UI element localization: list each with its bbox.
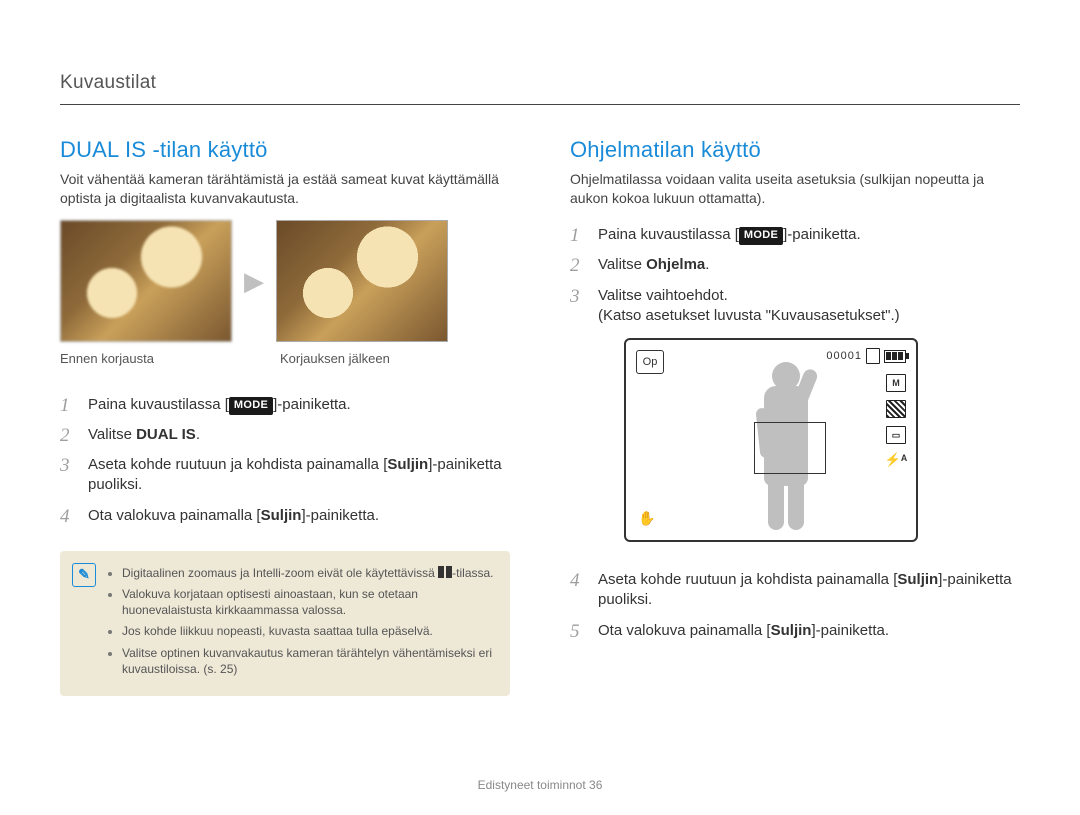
manual-page: Kuvaustilat DUAL IS -tilan käyttö Voit v… (0, 0, 1080, 815)
caption-row: Ennen korjausta Korjauksen jälkeen (60, 350, 510, 368)
before-after-row: ▶ (60, 220, 510, 342)
lcd-preview: Op 00001 M (624, 338, 918, 542)
left-step-1: Paina kuvaustilassa [MODE]-painiketta. (60, 390, 510, 420)
right-step-5: Ota valokuva painamalla [Suljin]-painike… (570, 616, 1020, 646)
lcd-counter-area: 00001 (826, 348, 906, 364)
lcd-right-icons: M ▭ ⚡ᴬ (886, 374, 906, 468)
left-step-3: Aseta kohde ruutuun ja kohdista painamal… (60, 450, 510, 501)
right-step-3: Valitse vaihtoehdot. (Katso asetukset lu… (570, 281, 1020, 566)
note-item-4: Valitse optinen kuvanvakautus kameran tä… (122, 645, 494, 677)
sd-card-icon (866, 348, 880, 364)
right-title: Ohjelmatilan käyttö (570, 135, 1020, 165)
size-icon: M (886, 374, 906, 392)
two-column-layout: DUAL IS -tilan käyttö Voit vähentää kame… (60, 135, 1020, 696)
caption-after: Korjauksen jälkeen (280, 350, 450, 368)
hand-shake-icon: ✋ (638, 509, 655, 528)
note-item-1: Digitaalinen zoomaus ja Intelli-zoom eiv… (122, 565, 494, 581)
page-footer: Edistyneet toiminnot 36 (0, 777, 1080, 793)
right-step-2: Valitse Ohjelma. (570, 250, 1020, 280)
dual-is-icon (438, 566, 452, 578)
mode-badge: MODE (229, 397, 273, 415)
left-step-4: Ota valokuva painamalla [Suljin]-painike… (60, 501, 510, 531)
left-intro: Voit vähentää kameran tärähtämistä ja es… (60, 170, 510, 208)
caption-before: Ennen korjausta (60, 350, 230, 368)
note-box: ✎ Digitaalinen zoomaus ja Intelli-zoom e… (60, 551, 510, 696)
section-header: Kuvaustilat (60, 70, 1020, 105)
note-icon: ✎ (72, 563, 96, 587)
photo-after (276, 220, 448, 342)
quality-icon (886, 400, 906, 418)
battery-icon (884, 350, 906, 363)
left-steps: Paina kuvaustilassa [MODE]-painiketta. V… (60, 390, 510, 531)
right-intro: Ohjelmatilassa voidaan valita useita ase… (570, 170, 1020, 208)
footer-page-number: 36 (589, 778, 602, 792)
note-list: Digitaalinen zoomaus ja Intelli-zoom eiv… (108, 565, 494, 682)
lcd-mode-icon: Op (636, 350, 664, 374)
mode-badge: MODE (739, 227, 783, 245)
focus-icon: ▭ (886, 426, 906, 444)
note-item-2: Valokuva korjataan optisesti ainoastaan,… (122, 586, 494, 618)
flash-icon: ⚡ᴬ (887, 452, 905, 468)
arrow-icon: ▶ (244, 264, 264, 299)
right-step-1: Paina kuvaustilassa [MODE]-painiketta. (570, 220, 1020, 250)
photo-before (60, 220, 232, 342)
right-step-4: Aseta kohde ruutuun ja kohdista painamal… (570, 565, 1020, 616)
note-item-3: Jos kohde liikkuu nopeasti, kuvasta saat… (122, 623, 494, 639)
right-steps: Paina kuvaustilassa [MODE]-painiketta. V… (570, 220, 1020, 646)
left-title: DUAL IS -tilan käyttö (60, 135, 510, 165)
right-column: Ohjelmatilan käyttö Ohjelmatilassa voida… (570, 135, 1020, 696)
footer-label: Edistyneet toiminnot (478, 778, 586, 792)
left-step-2: Valitse DUAL IS. (60, 420, 510, 450)
focus-frame (754, 422, 826, 474)
left-column: DUAL IS -tilan käyttö Voit vähentää kame… (60, 135, 510, 696)
